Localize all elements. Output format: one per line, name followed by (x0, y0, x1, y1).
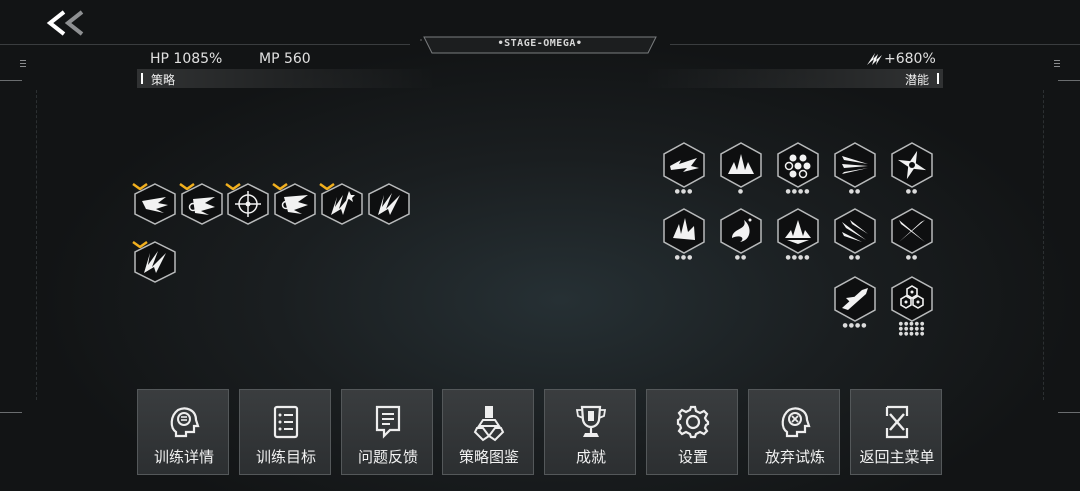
back-button[interactable] (44, 8, 92, 38)
gear-icon (676, 405, 710, 439)
claw-icon (368, 183, 410, 225)
stage-title-plate: •STAGE-OMEGA• (420, 35, 660, 55)
skill-level: ●● (848, 188, 862, 195)
skill-level: ●●●●● ●●●●● ●●●●● (898, 321, 926, 337)
skill-level: ●● (848, 254, 862, 261)
dash-wind-icon (663, 142, 705, 188)
potential-skill[interactable]: ●●●● (775, 142, 821, 195)
abandon-trial-button[interactable]: 放弃试炼 (748, 389, 840, 475)
potential-skill[interactable]: ●● (832, 208, 878, 261)
main-menu-button[interactable]: 返回主菜单 (850, 389, 942, 475)
skill-level: ●●●● (785, 254, 811, 261)
selected-chevron-icon (319, 183, 335, 190)
feedback-icon (375, 405, 401, 439)
stage-title: •STAGE-OMEGA• (497, 38, 583, 49)
strategy-skill[interactable] (179, 183, 225, 231)
button-label: 训练详情 (153, 448, 214, 466)
shuriken-icon (891, 142, 933, 188)
potential-section-header: 潜能 (643, 69, 943, 88)
skill-level: ●●● (674, 188, 694, 195)
strategy-skill[interactable] (132, 183, 178, 231)
skill-level: ● (737, 188, 745, 195)
skill-level: ●●●● (785, 188, 811, 195)
potential-skill[interactable]: ●●●● (832, 276, 878, 329)
feather-slash-icon (834, 208, 876, 254)
settings-button[interactable]: 设置 (646, 389, 738, 475)
button-label: 成就 (575, 448, 606, 466)
top-divider-right (670, 44, 1080, 45)
strategy-skill[interactable] (319, 183, 365, 231)
flower-burst-icon (777, 142, 819, 188)
sword-slash-icon (834, 276, 876, 322)
strategy-section-header: 策略 (137, 69, 437, 88)
strategy-skill[interactable] (225, 183, 271, 231)
button-label: 策略图鉴 (458, 448, 519, 466)
training-details-button[interactable]: 训练详情 (137, 389, 229, 475)
feedback-button[interactable]: 问题反馈 (341, 389, 433, 475)
double-chevron-left-icon (46, 10, 84, 36)
triple-slash-icon (834, 142, 876, 188)
skill-level: ●●●● (842, 322, 868, 329)
potential-skill[interactable]: ●● (889, 208, 935, 261)
strategy-skill[interactable] (132, 241, 178, 289)
potential-boost-icon (866, 51, 884, 67)
mp-stat: MP 560 (259, 51, 311, 67)
training-goals-button[interactable]: 训练目标 (239, 389, 331, 475)
button-label: 放弃试炼 (764, 448, 825, 466)
main-menu-icon (885, 405, 909, 439)
strategy-codex-icon (473, 406, 505, 442)
skill-level: ●● (905, 254, 919, 261)
trophy-icon (575, 405, 607, 437)
side-menu-icon-left (20, 60, 26, 69)
potential-skill[interactable]: ●● (889, 142, 935, 195)
potential-skill[interactable]: ●● (832, 142, 878, 195)
button-label: 返回主菜单 (859, 448, 935, 466)
strategy-skill[interactable] (272, 183, 318, 231)
hex-cluster-icon (891, 276, 933, 322)
hp-stat: HP 1085% (150, 51, 223, 67)
top-divider-left (0, 44, 410, 45)
lotus-icon (777, 208, 819, 254)
button-label: 问题反馈 (357, 448, 418, 466)
button-label: 设置 (677, 448, 708, 466)
potential-bonus: +680% (884, 51, 936, 67)
strategy-label: 策略 (151, 73, 176, 87)
skill-level: ●● (734, 254, 748, 261)
potential-skill[interactable]: ● (718, 142, 764, 195)
crystal-burst-icon (720, 142, 762, 188)
potential-label: 潜能 (904, 73, 929, 87)
potential-skill[interactable]: ●●● (661, 208, 707, 261)
cross-slash-icon (891, 208, 933, 254)
training-details-icon (170, 407, 200, 438)
crystal-cluster-icon (663, 208, 705, 254)
side-menu-icon-right (1054, 60, 1060, 69)
potential-skill[interactable]: ●●● (661, 142, 707, 195)
selected-chevron-icon (225, 183, 241, 190)
selected-chevron-icon (179, 183, 195, 190)
button-label: 训练目标 (255, 448, 316, 466)
game-screen: •STAGE-OMEGA• HP 1085% MP 560 +680% 策略 潜… (0, 0, 1080, 491)
selected-chevron-icon (132, 183, 148, 190)
splash-icon (720, 208, 762, 254)
potential-skill[interactable]: ●● (718, 208, 764, 261)
achievements-button[interactable]: 成就 (544, 389, 636, 475)
skill-level: ●● (905, 188, 919, 195)
selected-chevron-icon (272, 183, 288, 190)
strategy-skill[interactable] (366, 183, 412, 231)
potential-skill[interactable]: ●●●●● ●●●●● ●●●●● (889, 276, 935, 337)
skill-level: ●●● (674, 254, 694, 261)
strategy-codex-button[interactable]: 策略图鉴 (442, 389, 534, 475)
training-goals-icon (273, 405, 299, 439)
potential-skill[interactable]: ●●●● (775, 208, 821, 261)
abandon-trial-icon (781, 407, 811, 438)
selected-chevron-icon (132, 241, 148, 248)
